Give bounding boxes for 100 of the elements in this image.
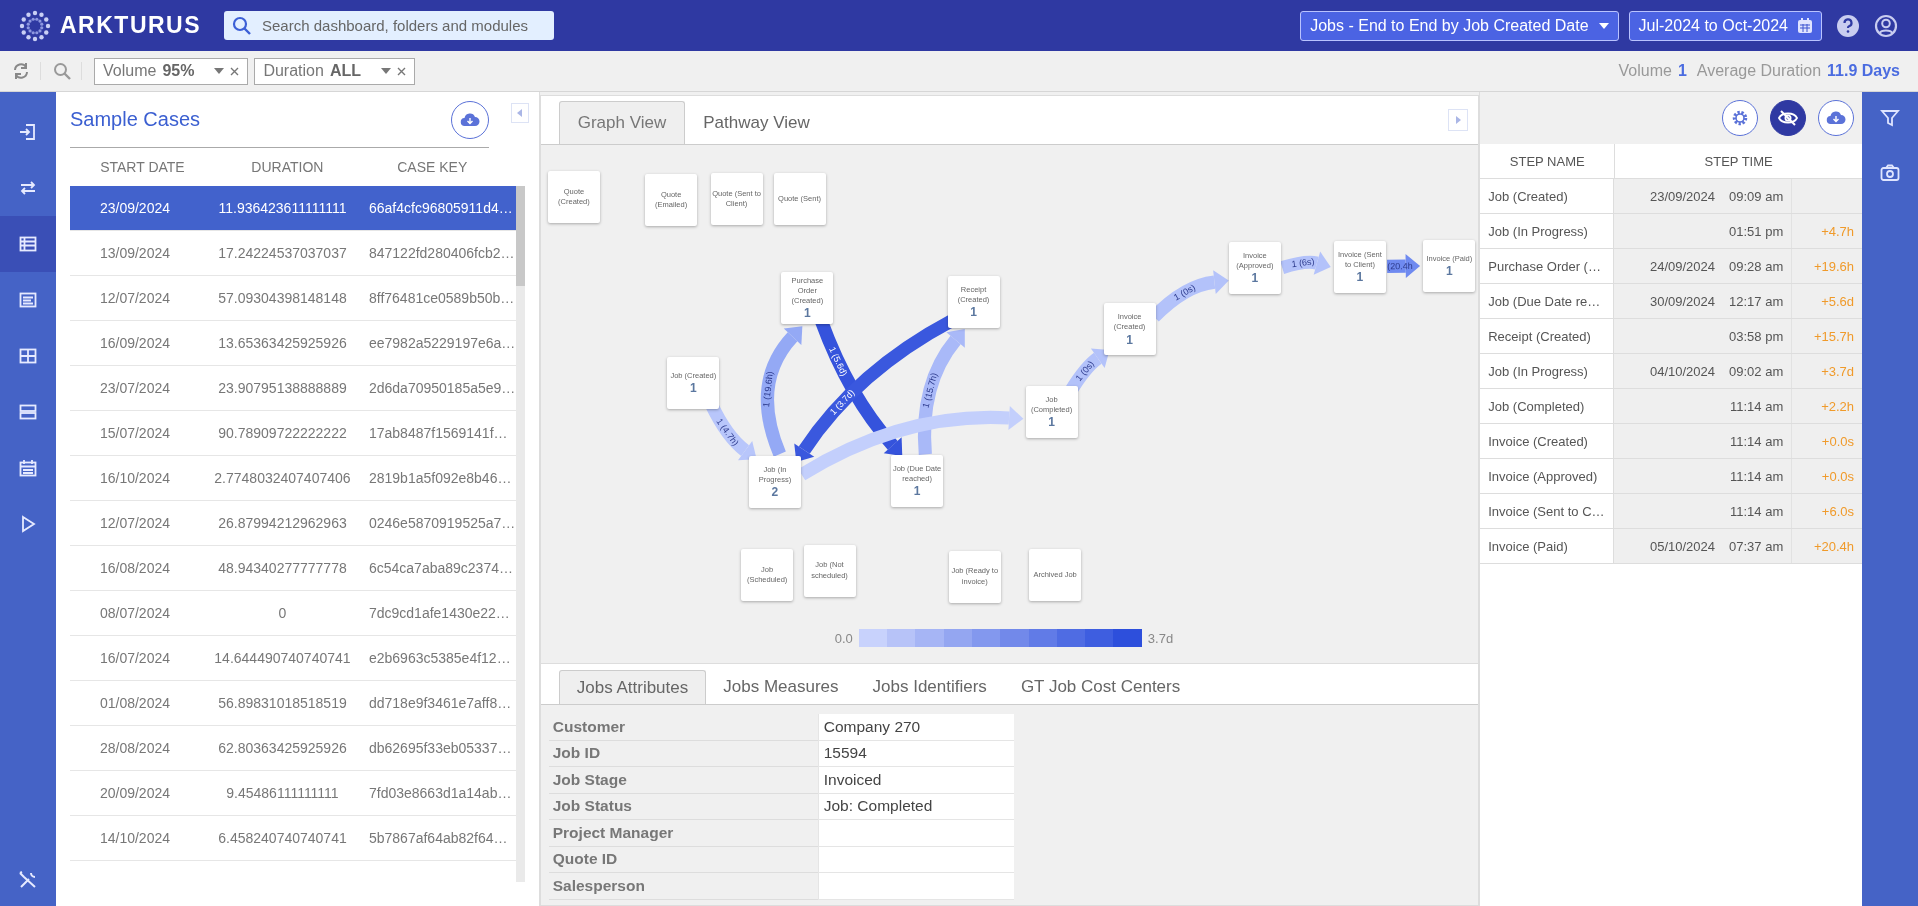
process-dropdown[interactable]: Jobs - End to End by Job Created Date <box>1300 10 1619 41</box>
step-row[interactable]: Job (Due Date re… 30/09/2024 12:17 am +5.6d <box>1480 284 1863 319</box>
help-icon[interactable] <box>1836 13 1860 38</box>
step-row[interactable]: Job (Created) 23/09/2024 09:09 am <box>1480 179 1863 214</box>
step-name: Job (Created) <box>1480 179 1615 213</box>
attribute-label: Job Status <box>548 793 818 820</box>
tab[interactable]: Jobs Measures <box>706 670 856 704</box>
step-name: Job (Completed) <box>1480 389 1615 423</box>
step-row[interactable]: Job (Completed) 11:14 am +2.2h <box>1480 389 1863 424</box>
table-cell-text: 14/10/2024 <box>98 830 171 846</box>
case-row[interactable]: 16/09/2024 13.65363425925926 ee7982a5229197e6a… <box>69 321 516 366</box>
filter-icon[interactable] <box>1880 108 1900 128</box>
node-count: 1 <box>970 304 977 319</box>
table-cell-text: ee7982a5229197e6a… <box>367 335 516 351</box>
nav-item[interactable] <box>0 216 56 272</box>
tab[interactable]: Jobs Attributes <box>558 670 707 704</box>
table-cell-text: 16/09/2024 <box>98 335 171 351</box>
case-row[interactable]: 12/07/2024 57.09304398148148 8ff76481ce0589b50b… <box>69 276 516 321</box>
step-date: 23/09/2024 <box>1649 188 1716 204</box>
calendar-icon <box>19 459 37 477</box>
case-row[interactable]: 16/10/2024 2.7748032407407406 2819b1a5f092e8b46… <box>69 456 516 501</box>
case-row[interactable]: 16/08/2024 48.94340277777778 6c54ca7aba89c2374… <box>69 546 516 591</box>
column-header: STEP NAME <box>1480 144 1616 178</box>
table-cell-text: 0 <box>277 605 288 621</box>
close-icon[interactable] <box>397 66 406 76</box>
camera-icon[interactable] <box>1880 164 1900 182</box>
step-row[interactable]: Purchase Order (… 24/09/2024 09:28 am +19.6h <box>1480 249 1863 284</box>
filter-label: Volume <box>103 62 157 80</box>
step-date: 24/09/2024 <box>1649 258 1716 274</box>
summary-value: 11.9 Days <box>1827 62 1900 80</box>
scrollbar[interactable] <box>515 186 525 882</box>
case-row[interactable]: 08/07/2024 0 7dc9cd1afe1430e22… <box>69 591 516 636</box>
step-row[interactable]: Invoice (Sent to C… 11:14 am +6.0s <box>1480 494 1863 529</box>
step-row[interactable]: Invoice (Created) 11:14 am +0.0s <box>1480 424 1863 459</box>
case-row[interactable]: 16/07/2024 14.644490740740741 e2b6963c5385e4f12… <box>69 636 516 681</box>
table-cell-text: 2819b1a5f092e8b46… <box>367 470 513 486</box>
step-name: Job (Due Date re… <box>1480 284 1615 318</box>
table-cell-text: 16/10/2024 <box>98 470 171 486</box>
table-cell-text: 23/07/2024 <box>98 380 171 396</box>
table-cell-text: 14.644490740740741 <box>213 650 352 666</box>
table-cell-text: 16/07/2024 <box>98 650 171 666</box>
case-row[interactable]: 15/07/2024 90.78909722222222 17ab8487f1569141f… <box>69 411 516 456</box>
column-header: CASE KEY <box>396 159 469 175</box>
download-button[interactable] <box>1818 100 1855 136</box>
tools-icon[interactable] <box>18 870 38 890</box>
case-row[interactable]: 14/10/2024 6.458240740740741 5b7867af64ab82f64… <box>69 816 516 861</box>
date-range-button[interactable]: Jul-2024 to Oct-2024 <box>1628 10 1822 41</box>
step-row[interactable]: Invoice (Approved) 11:14 am +0.0s <box>1480 459 1863 494</box>
case-row[interactable]: 20/09/2024 9.45486111111111 7fd03e8663d1a14ab… <box>69 771 516 816</box>
attribute-label: Project Manager <box>548 820 818 847</box>
close-icon[interactable] <box>230 66 240 76</box>
step-date: 04/10/2024 <box>1649 363 1716 379</box>
table-cell-text: 0246e5870919525a7… <box>367 515 516 531</box>
tab[interactable]: Jobs Identifiers <box>855 670 1004 704</box>
step-delta: +19.6h <box>1813 258 1855 274</box>
search-field[interactable]: Search dashboard, folders and modules <box>224 11 554 40</box>
table-cell-text: 847122fd280406fcb2… <box>367 245 516 261</box>
table-icon <box>19 235 37 253</box>
filter-value: ALL <box>329 62 361 80</box>
attribute-value: Invoiced <box>817 767 1014 794</box>
case-row[interactable]: 01/08/2024 56.89831018518519 dd718e9f3461e7aff8… <box>69 681 516 726</box>
step-delta: +20.4h <box>1813 538 1855 554</box>
refresh-icon[interactable] <box>12 62 41 80</box>
step-row[interactable]: Job (In Progress) 01:51 pm +4.7h <box>1480 214 1863 249</box>
case-row[interactable]: 23/07/2024 23.90795138888889 2d6da70950185a5e9… <box>69 366 516 411</box>
step-date: 05/10/2024 <box>1649 538 1716 554</box>
tab[interactable]: Graph View <box>558 101 686 144</box>
table-cell-text: 23.90795138888889 <box>217 380 348 396</box>
tab[interactable]: GT Job Cost Centers <box>1003 670 1198 704</box>
step-row[interactable]: Receipt (Created) 03:58 pm +15.7h <box>1480 319 1863 354</box>
step-delta: +0.0s <box>1821 433 1855 449</box>
table-cell-text: 12/07/2024 <box>98 290 171 306</box>
case-row[interactable]: 28/08/2024 62.80363425925926 db62695f33eb05337… <box>69 726 516 771</box>
download-button[interactable] <box>450 100 489 139</box>
case-row[interactable]: 12/07/2024 26.87994212962963 0246e5870919525a7… <box>69 501 516 546</box>
attribute-value: Job: Completed <box>817 793 1014 820</box>
step-time: 07:37 am <box>1729 538 1784 554</box>
panel-title: Sample Cases <box>69 108 202 131</box>
user-icon[interactable] <box>1874 13 1898 38</box>
table-cell-text: 13/09/2024 <box>98 245 171 261</box>
case-row[interactable]: 13/09/2024 17.24224537037037 847122fd280406fcb2… <box>69 231 516 276</box>
step-delta: +0.0s <box>1821 468 1855 484</box>
case-row[interactable]: 23/09/2024 11.936423611111111 66af4cfc96805911d4… <box>69 186 516 231</box>
step-name: Invoice (Paid) <box>1480 529 1615 563</box>
table-cell-text: db62695f33eb05337… <box>367 740 513 756</box>
tab[interactable]: Pathway View <box>685 101 828 144</box>
step-row[interactable]: Invoice (Paid) 05/10/2024 07:37 am +20.4h <box>1480 529 1863 564</box>
filter-chip[interactable]: Volume 95% <box>94 57 249 85</box>
caret-icon[interactable] <box>381 68 391 74</box>
step-delta: +15.7h <box>1813 328 1855 344</box>
caret-right-icon <box>1455 116 1461 124</box>
caret-icon[interactable] <box>214 68 225 74</box>
hide-button[interactable] <box>1770 100 1807 136</box>
caret-left-icon <box>517 109 523 117</box>
search-icon[interactable] <box>53 62 82 80</box>
filter-chip[interactable]: Duration ALL <box>254 57 415 85</box>
table-cell-text: 17.24224537037037 <box>217 245 348 261</box>
step-name: Purchase Order (… <box>1480 249 1615 283</box>
settings-button[interactable] <box>1722 100 1759 136</box>
step-row[interactable]: Job (In Progress) 04/10/2024 09:02 am +3.7d <box>1480 354 1863 389</box>
